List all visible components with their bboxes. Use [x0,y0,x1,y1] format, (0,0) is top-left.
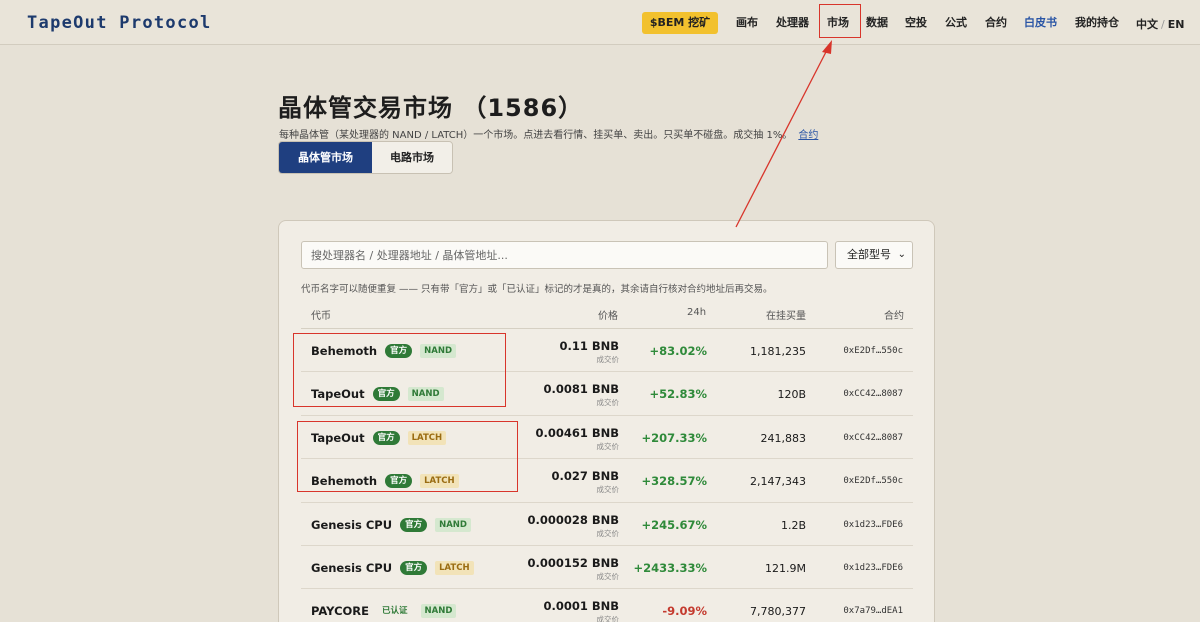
col-contract: 合约 [884,311,904,322]
lang-en[interactable]: EN [1168,18,1185,31]
transistor-type-badge: LATCH [435,560,474,575]
contract-address[interactable]: 0xCC42…8087 [843,433,903,443]
top-nav-bar: TapeOut Protocol $BEM 挖矿 画布 处理器 市场 数据 空投… [0,0,1200,45]
change-24h: +52.83% [649,387,707,402]
annotation-box-market-nav [819,4,861,38]
price-value: 0.000152 BNB [527,555,619,570]
price-label: 成交价 [596,528,620,538]
token-name-cell: Genesis CPU 官方 LATCH [311,560,474,575]
table-row[interactable]: PAYCORE 已认证 NAND 0.0001 BNB 成交价 -9.09% 7,780,3… [301,589,913,622]
page-subtitle: 每种晶体管（某处理器的 NAND / LATCH）一个市场。点进去看行情、挂买单… [279,126,818,141]
lang-zh[interactable]: 中文 [1136,18,1158,31]
bid-volume: 241,883 [760,431,807,445]
price-label: 成交价 [596,485,620,495]
price-value: 0.000028 BNB [527,512,619,527]
table-row[interactable]: Genesis CPU 官方 LATCH 0.000152 BNB 成交价 +2433.3… [301,546,913,590]
market-tabs: 晶体管市场 电路市场 [278,141,453,174]
contract-address[interactable]: 0x7a79…dEA1 [843,606,903,616]
price-cell: 0.000028 BNB 成交价 [527,513,619,539]
price-label: 成交价 [596,615,620,622]
mine-bem-button[interactable]: $BEM 挖矿 [642,12,718,34]
price-value: 0.11 BNB [559,339,619,353]
verification-badge: 官方 [400,560,428,575]
tab-circuit-market[interactable]: 电路市场 [372,142,452,173]
subtitle-text: 每种晶体管（某处理器的 NAND / LATCH）一个市场。点进去看行情、挂买单… [279,130,793,141]
token-name-cell: PAYCORE 已认证 NAND [311,604,457,619]
price-label: 成交价 [596,398,620,408]
logo[interactable]: TapeOut Protocol [27,13,212,33]
page-title: 晶体管交易市场 （1586） [278,94,584,122]
price-label: 成交价 [596,571,620,581]
price-cell: 0.0001 BNB 成交价 [543,599,619,622]
col-price: 价格 [598,311,618,322]
price-value: 0.0081 BNB [543,382,619,397]
tab-transistor-market[interactable]: 晶体管市场 [279,142,372,173]
nav-processor[interactable]: 处理器 [776,14,809,30]
contract-address[interactable]: 0xE2Df…550c [843,476,903,486]
col-change: 24h [687,307,707,318]
chevron-down-icon: ⌄ [897,249,906,260]
contract-address[interactable]: 0x1d23…FDE6 [843,520,903,530]
name-warning: 代币名字可以随便重复 —— 只有带「官方」或「已认证」标记的才是真的，其余请自行… [301,284,773,295]
bid-volume: 2,147,343 [750,475,806,489]
change-24h: +83.02% [649,344,707,358]
bid-volume: 120B [777,388,806,402]
annotation-box-latch-rows [297,421,518,492]
nav-my-holdings[interactable]: 我的持仓 [1075,14,1119,30]
price-cell: 0.00461 BNB 成交价 [535,426,619,452]
token-name: Genesis CPU [311,560,393,575]
col-token: 代币 [311,311,331,322]
annotation-box-nand-rows [293,333,506,407]
price-cell: 0.000152 BNB 成交价 [527,556,619,582]
bid-volume: 121.9M [765,561,806,575]
language-switch: 中文 / EN [1136,16,1184,32]
nav-canvas[interactable]: 画布 [736,14,758,30]
change-24h: +207.33% [641,430,707,445]
token-name: PAYCORE [311,604,370,619]
contract-link[interactable]: 合约 [798,130,818,141]
transistor-type-badge: NAND [435,517,471,532]
verification-badge: 官方 [400,517,428,532]
table-header: 代币 价格 24h 在挂买量 合约 [301,305,913,329]
nav-formula[interactable]: 公式 [945,14,967,30]
change-24h: +2433.33% [633,560,707,575]
nav-airdrop[interactable]: 空投 [905,14,927,30]
change-24h: +245.67% [641,517,707,532]
col-volume: 在挂买量 [766,311,806,322]
price-cell: 0.11 BNB 成交价 [559,339,619,365]
price-value: 0.027 BNB [551,469,619,484]
price-label: 成交价 [596,355,620,364]
bid-volume: 7,780,377 [750,605,806,619]
nav-whitepaper[interactable]: 白皮书 [1024,14,1057,30]
bid-volume: 1,181,235 [750,345,806,358]
token-name-cell: Genesis CPU 官方 NAND [311,517,471,532]
search-input[interactable] [301,241,828,269]
nav-contract[interactable]: 合约 [985,14,1007,30]
price-label: 成交价 [596,441,620,451]
price-cell: 0.0081 BNB 成交价 [543,382,619,408]
nav-data[interactable]: 数据 [866,14,888,30]
type-filter-value: 全部型号 [847,248,891,261]
price-cell: 0.027 BNB 成交价 [551,469,619,495]
verification-badge: 已认证 [382,606,408,617]
contract-address[interactable]: 0xE2Df…550c [843,346,903,356]
change-24h: +328.57% [641,474,707,489]
price-value: 0.0001 BNB [543,599,619,614]
transistor-type-badge: NAND [420,604,457,619]
bid-volume: 1.2B [780,518,806,532]
price-value: 0.00461 BNB [535,425,619,440]
contract-address[interactable]: 0x1d23…FDE6 [843,563,903,573]
type-filter-select[interactable]: 全部型号 ⌄ [835,241,913,269]
token-name: Genesis CPU [311,517,393,532]
change-24h: -9.09% [662,604,707,619]
table-row[interactable]: Genesis CPU 官方 NAND 0.000028 BNB 成交价 +245.67%… [301,503,913,546]
lang-separator: / [1161,18,1165,31]
contract-address[interactable]: 0xCC42…8087 [843,389,903,399]
